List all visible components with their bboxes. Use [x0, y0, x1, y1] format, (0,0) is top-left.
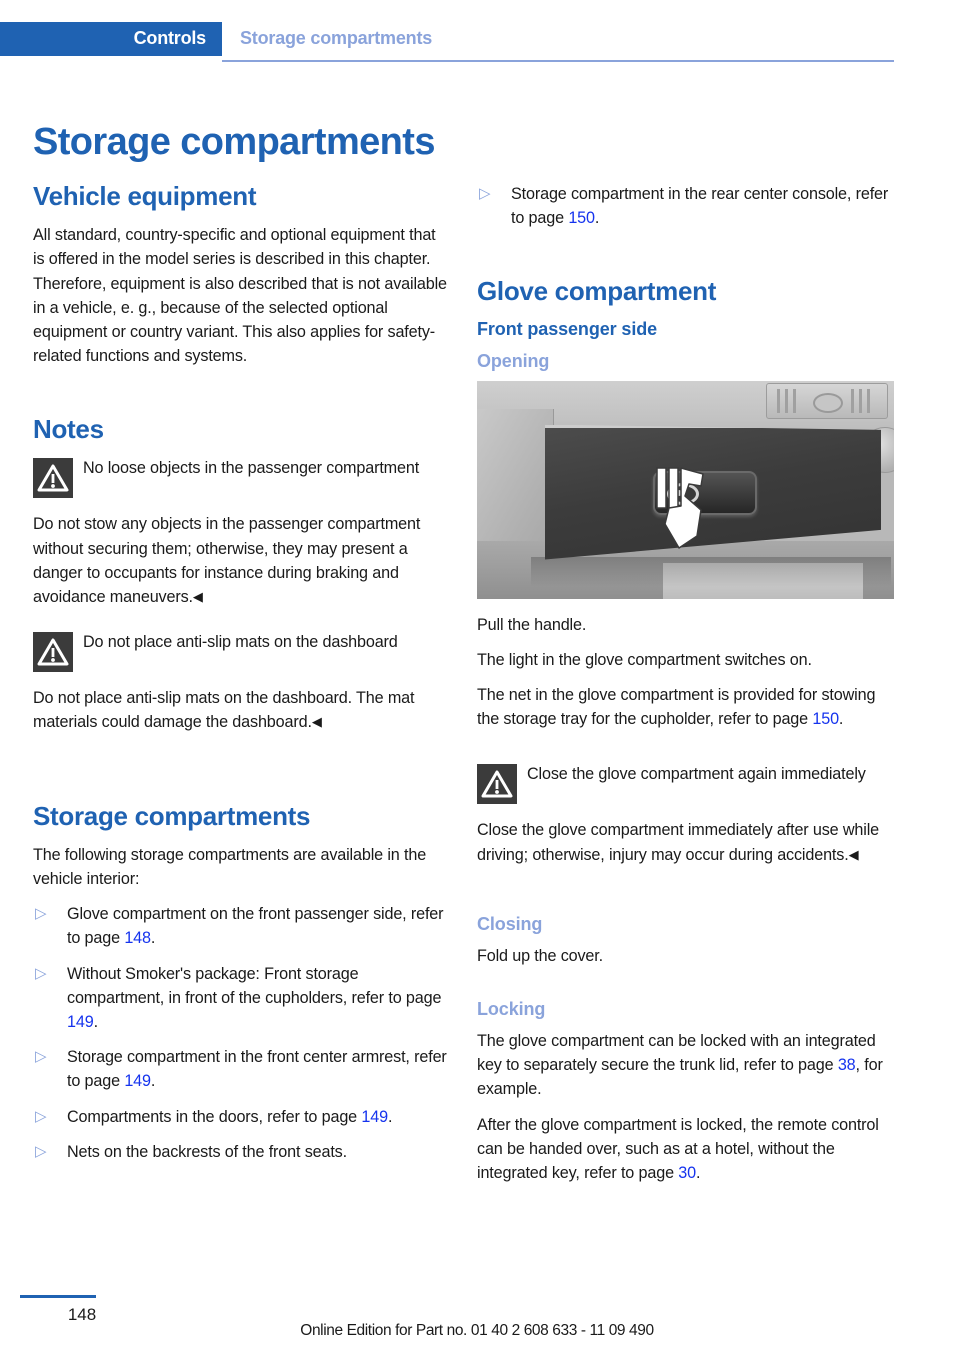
header-divider: [222, 60, 894, 62]
paragraph-locking-remote-control: After the glove compartment is locked, t…: [477, 1113, 895, 1186]
heading-glove-compartment: Glove compartment: [477, 276, 717, 307]
list-item-text: Without Smoker's package: Front storage …: [67, 964, 442, 1007]
running-header: Controls Storage compartments: [0, 0, 954, 62]
warning-block-loose-objects: No loose objects in the passenger compar…: [33, 456, 451, 502]
warning-triangle-icon: [33, 632, 73, 673]
warning-body-text: Do not stow any objects in the passenger…: [33, 515, 421, 607]
subheading-closing: Closing: [477, 913, 543, 934]
subheading-front-passenger-side: Front passenger side: [477, 318, 658, 339]
bullet-triangle-icon: ▷: [35, 964, 47, 982]
warning-body-close-glove-compartment: Close the glove compartment immediately …: [477, 818, 895, 866]
list-item: ▷ Storage compartment in the front cente…: [33, 1045, 451, 1093]
bullet-triangle-icon: ▷: [35, 1142, 47, 1160]
subheading-locking: Locking: [477, 998, 546, 1019]
header-tab-label: Controls: [133, 28, 207, 48]
heading-storage-compartments: Storage compartments: [33, 800, 311, 831]
list-item: ▷ Compartments in the doors, refer to pa…: [33, 1105, 451, 1129]
list-item-text-after: .: [150, 929, 156, 948]
page-link[interactable]: 30: [678, 1164, 696, 1182]
list-item-text-after: .: [150, 1072, 156, 1091]
warning-endmark: ◀: [192, 589, 203, 605]
list-item-text-after: .: [594, 209, 600, 228]
hand-pointer-icon: [655, 466, 721, 552]
list-item-text-after: .: [387, 1107, 393, 1126]
list-item: ▷ Storage compartment in the rear center…: [477, 182, 895, 230]
left-column: Vehicle equipment All standard, country-…: [33, 181, 451, 1175]
page-link[interactable]: 149: [361, 1108, 388, 1126]
footer-edition-note: Online Edition for Part no. 01 40 2 608 …: [300, 1322, 654, 1339]
warning-endmark: ◀: [848, 846, 859, 862]
paragraph-light-switches-on: The light in the glove compartment switc…: [477, 650, 812, 669]
list-item: ▷ Without Smoker's package: Front storag…: [33, 962, 451, 1035]
glove-compartment-illustration: [477, 380, 894, 599]
page-title: Storage compartments: [33, 121, 435, 164]
list-item: ▷ Nets on the backrests of the front sea…: [33, 1140, 451, 1164]
right-column: ▷ Storage compartment in the rear center…: [477, 182, 895, 1196]
warning-endmark: ◀: [311, 714, 322, 730]
page-link[interactable]: 149: [67, 1013, 94, 1031]
list-item-text: Nets on the backrests of the front seats…: [67, 1142, 347, 1161]
paragraph-fold-up-cover: Fold up the cover.: [477, 946, 603, 965]
page-link[interactable]: 150: [568, 209, 595, 227]
warning-body-text: Close the glove compartment immediately …: [477, 821, 880, 864]
paragraph-net-storage-tray: The net in the glove compartment is prov…: [477, 683, 895, 731]
bullet-triangle-icon: ▷: [479, 185, 491, 202]
paragraph-locking-integrated-key: The glove compartment can be locked with…: [477, 1029, 895, 1102]
page-link[interactable]: 149: [124, 1072, 151, 1090]
paragraph-text-after: .: [838, 710, 844, 729]
list-item: ▷ Glove compartment on the front passeng…: [33, 902, 451, 950]
subheading-opening: Opening: [477, 350, 550, 371]
page-link[interactable]: 38: [838, 1056, 856, 1074]
warning-title-anti-slip-mats: Do not place anti-slip mats on the dashb…: [83, 633, 398, 652]
warning-body-anti-slip-mats: Do not place anti-slip mats on the dashb…: [33, 686, 451, 734]
warning-triangle-icon: [477, 764, 517, 805]
warning-body-loose-objects: Do not stow any objects in the passenger…: [33, 512, 451, 609]
warning-block-anti-slip-mats: Do not place anti-slip mats on the dashb…: [33, 630, 451, 676]
footer-divider: [20, 1295, 96, 1298]
warning-body-text: Do not place anti-slip mats on the dashb…: [33, 689, 415, 732]
list-item-text-after: .: [93, 1012, 99, 1031]
paragraph-storage-intro: The following storage compartments are a…: [33, 845, 427, 888]
storage-compartments-list: ▷ Glove compartment on the front passeng…: [33, 902, 451, 1164]
bullet-triangle-icon: ▷: [35, 1107, 47, 1125]
page-link[interactable]: 148: [124, 929, 151, 947]
header-chapter-tab: Controls: [0, 22, 222, 56]
page-link[interactable]: 150: [812, 710, 839, 728]
warning-block-close-glove-compartment: Close the glove compartment again immedi…: [477, 762, 895, 808]
bullet-triangle-icon: ▷: [35, 1048, 47, 1066]
paragraph-vehicle-equipment: All standard, country-specific and optio…: [33, 226, 447, 366]
storage-compartments-list-continued: ▷ Storage compartment in the rear center…: [477, 182, 895, 230]
warning-title-loose-objects: No loose objects in the passenger compar…: [83, 459, 420, 478]
warning-title-close-glove-compartment: Close the glove compartment again immedi…: [527, 765, 866, 784]
heading-vehicle-equipment: Vehicle equipment: [33, 181, 257, 211]
paragraph-text: The glove compartment can be locked with…: [477, 1031, 876, 1075]
bullet-triangle-icon: ▷: [35, 905, 47, 923]
list-item-text: Compartments in the doors, refer to page: [67, 1107, 362, 1126]
vent-control-oval: [813, 392, 843, 413]
heading-notes: Notes: [33, 414, 104, 445]
lid-shadow: [531, 556, 891, 587]
warning-triangle-icon: [33, 458, 73, 499]
air-vent: [766, 382, 888, 419]
header-section-label: Storage compartments: [240, 28, 433, 48]
paragraph-pull-handle: Pull the handle.: [477, 615, 587, 634]
paragraph-text-after: .: [695, 1163, 701, 1182]
